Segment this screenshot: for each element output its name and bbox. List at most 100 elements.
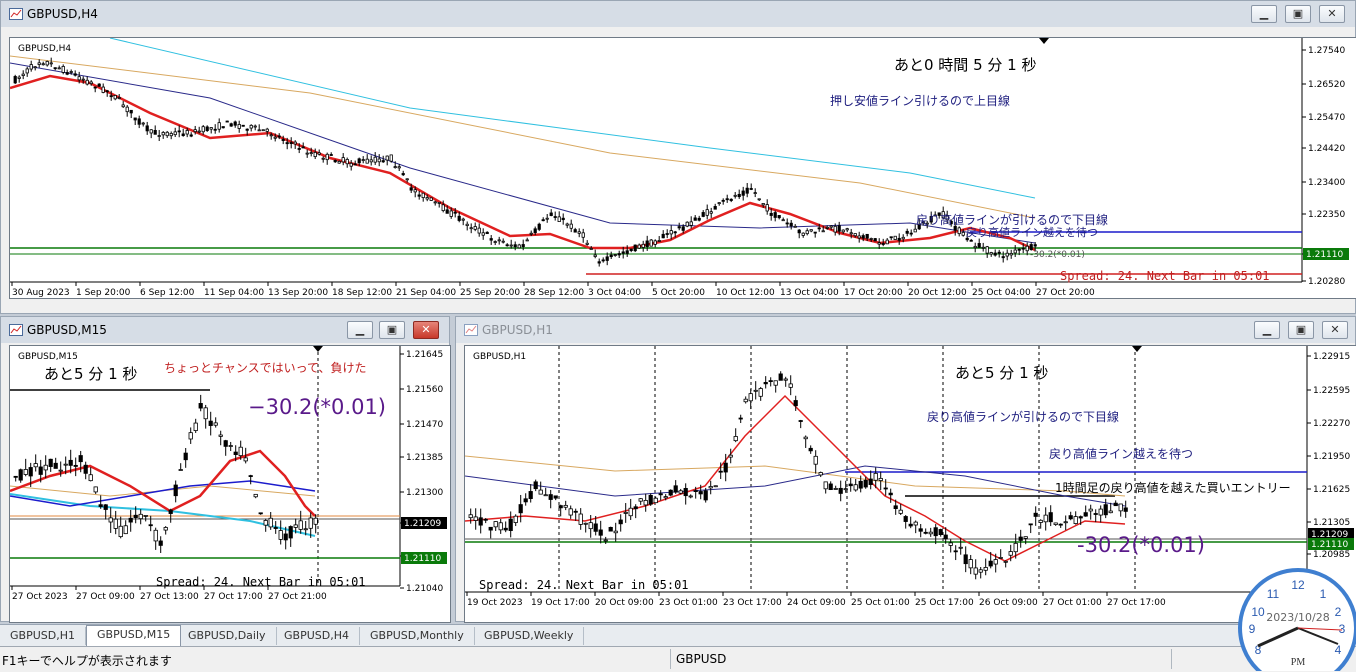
- candle-body: [908, 523, 913, 527]
- candle-body: [1123, 507, 1128, 512]
- candle-body: [553, 216, 557, 218]
- candle-body: [53, 462, 58, 469]
- h1-titlebar[interactable]: GBPUSD,H1 ▁ ▣ ✕: [456, 317, 1355, 343]
- time-label: 21 Sep 04:00: [396, 288, 456, 298]
- h1-spread: Spread: 24. Next Bar in 05:01: [479, 578, 689, 592]
- candle-body: [233, 451, 238, 455]
- maximize-button[interactable]: ▣: [379, 321, 405, 339]
- h4-titlebar[interactable]: GBPUSD,H4 ▁ ▣ ✕: [1, 1, 1355, 27]
- candle-body: [437, 201, 441, 204]
- candle-body: [913, 228, 917, 233]
- candle-body: [793, 400, 798, 407]
- tab-gbpusd-m15[interactable]: GBPUSD,M15: [86, 625, 182, 646]
- candle-body: [173, 484, 178, 497]
- candle-body: [488, 526, 493, 531]
- minimize-button[interactable]: ▁: [347, 321, 373, 339]
- time-label: 6 Sep 12:00: [140, 288, 195, 298]
- candle-body: [213, 128, 217, 131]
- status-symbol: GBPUSD: [676, 652, 727, 666]
- candle-body: [425, 197, 429, 200]
- candle-body: [721, 199, 725, 202]
- candle-body: [208, 420, 213, 426]
- candle-body: [317, 152, 321, 155]
- candle-body: [1001, 256, 1005, 259]
- candle-body: [597, 261, 601, 264]
- maximize-button[interactable]: ▣: [1285, 5, 1311, 23]
- h4-note-downtrend: 戻り高値ラインが引けるので下目線: [916, 212, 1108, 227]
- m15-chart-area[interactable]: GBPUSD,M15 あと5 分 1 秒 ちょっとチャンスではいって、負けた −…: [9, 345, 451, 623]
- candle-body: [903, 516, 908, 522]
- candle-body: [938, 529, 943, 536]
- h1-chart-svg[interactable]: GBPUSD,H1 あと5 分 1 秒 戻り高値ラインが引けるので下目線 戻り高…: [465, 346, 1356, 623]
- h1-shift-marker: [1132, 346, 1142, 352]
- candle-body: [613, 254, 617, 256]
- minimize-button[interactable]: ▁: [1251, 5, 1277, 23]
- candle-body: [683, 487, 688, 497]
- minimize-button[interactable]: ▁: [1254, 321, 1280, 339]
- m15-window[interactable]: GBPUSD,M15 ▁ ▣ ✕ GBPUSD,M15 あと5 分 1 秒 ちょ…: [0, 316, 451, 623]
- time-label: 19 Oct 2023: [467, 598, 523, 608]
- candle-body: [168, 509, 173, 514]
- candle-body: [983, 567, 988, 571]
- m15-chart-svg[interactable]: GBPUSD,M15 あと5 分 1 秒 ちょっとチャンスではいって、負けた −…: [10, 346, 451, 623]
- time-label: 10 Oct 12:00: [716, 288, 775, 298]
- candle-body: [783, 378, 788, 381]
- candle-body: [157, 135, 161, 137]
- candle-body: [163, 527, 168, 531]
- h4-chart-svg[interactable]: GBPUSD,H4 あと0 時間 5 分 1 秒 押し安値ライン引けるので上目線…: [10, 38, 1356, 299]
- candle-body: [377, 158, 381, 163]
- candle-body: [708, 486, 713, 489]
- m15-price-axis: 1.21645 1.21560 1.21470 1.21385 1.21300 1.212…: [400, 350, 447, 594]
- candle-body: [928, 531, 933, 535]
- h4-note-uptrend: 押し安値ライン引けるので上目線: [830, 93, 1010, 108]
- candle-body: [253, 493, 258, 498]
- candle-body: [345, 158, 349, 165]
- candle-body: [778, 373, 783, 381]
- candle-body: [529, 232, 533, 235]
- candle-body: [18, 469, 23, 481]
- h1-window[interactable]: GBPUSD,H1 ▁ ▣ ✕ GBPUSD,H1 あと5 分 1 秒 戻り高値…: [455, 316, 1356, 623]
- close-button[interactable]: ✕: [1322, 321, 1348, 339]
- time-label: 5 Oct 20:00: [652, 288, 705, 298]
- time-label: 1 Sep 20:00: [76, 288, 131, 298]
- tab-gbpusd-monthly[interactable]: GBPUSD,Monthly: [360, 627, 475, 645]
- price-label: 1.21385: [406, 453, 443, 463]
- m15-chart-label: GBPUSD,M15: [18, 352, 78, 362]
- time-label: 25 Oct 17:00: [915, 598, 974, 608]
- candle-body: [1103, 504, 1108, 516]
- candle-body: [873, 238, 877, 242]
- candle-body: [617, 253, 621, 256]
- candle-body: [149, 129, 153, 134]
- candle-body: [948, 542, 953, 546]
- candle-body: [409, 187, 413, 191]
- close-button[interactable]: ✕: [1319, 5, 1345, 23]
- tab-gbpusd-h4[interactable]: GBPUSD,H4: [274, 627, 360, 645]
- candle-body: [861, 235, 865, 239]
- candle-body: [543, 494, 548, 497]
- candle-body: [713, 206, 717, 210]
- tab-gbpusd-weekly[interactable]: GBPUSD,Weekly: [474, 627, 585, 645]
- m15-titlebar[interactable]: GBPUSD,M15 ▁ ▣ ✕: [1, 317, 449, 343]
- h4-window[interactable]: GBPUSD,H4 ▁ ▣ ✕ GBPUSD,H4 あと0 時間 5 分 1 秒…: [0, 0, 1356, 314]
- candle-body: [223, 440, 228, 447]
- candle-body: [709, 211, 713, 214]
- h4-chart-area[interactable]: GBPUSD,H4 あと0 時間 5 分 1 秒 押し安値ライン引けるので上目線…: [9, 37, 1356, 299]
- candle-body: [953, 550, 958, 553]
- h1-chart-area[interactable]: GBPUSD,H1 あと5 分 1 秒 戻り高値ラインが引けるので下目線 戻り高…: [464, 345, 1356, 623]
- candle-body: [581, 232, 585, 238]
- close-button[interactable]: ✕: [413, 321, 439, 339]
- time-label: 27 Oct 13:00: [140, 592, 199, 602]
- tab-gbpusd-daily[interactable]: GBPUSD,Daily: [178, 627, 277, 645]
- candle-body: [969, 239, 973, 242]
- candle-body: [557, 216, 561, 223]
- candle-body: [589, 248, 593, 250]
- maximize-button[interactable]: ▣: [1288, 321, 1314, 339]
- candle-body: [637, 244, 641, 249]
- candle-body: [38, 466, 43, 475]
- m15-spread: Spread: 24. Next Bar in 05:01: [156, 575, 366, 589]
- price-label: 1.20280: [1308, 277, 1345, 287]
- candle-body: [123, 525, 128, 535]
- tab-gbpusd-h1[interactable]: GBPUSD,H1: [0, 627, 86, 645]
- candle-body: [998, 557, 1003, 559]
- candle-body: [143, 515, 148, 517]
